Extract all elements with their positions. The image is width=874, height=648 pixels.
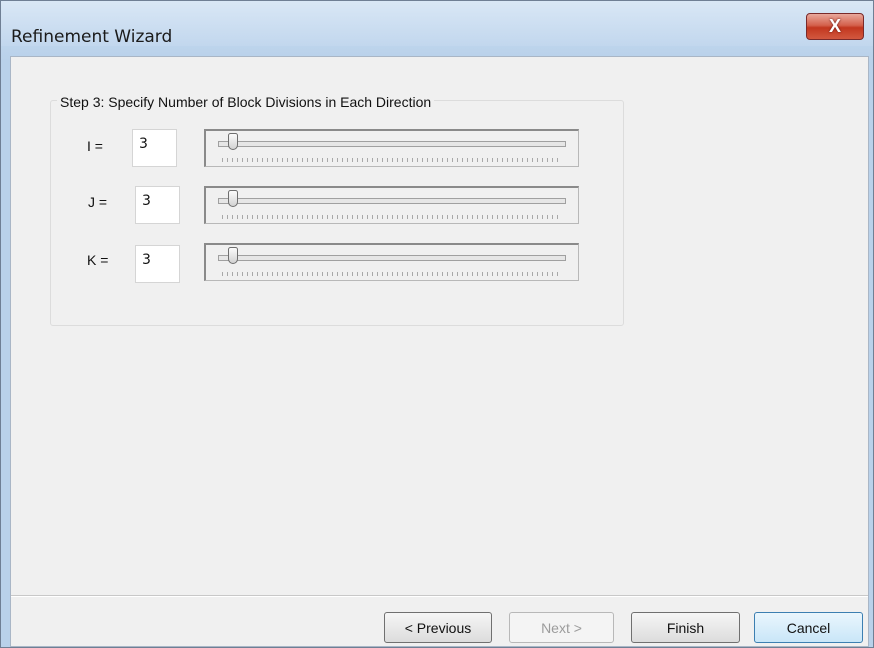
i-slider-track bbox=[218, 141, 566, 147]
j-value-field[interactable]: 3 bbox=[135, 186, 180, 224]
j-slider-thumb[interactable] bbox=[228, 190, 238, 207]
k-slider-track bbox=[218, 255, 566, 261]
close-button[interactable]: X bbox=[806, 13, 864, 40]
window-title: Refinement Wizard bbox=[11, 27, 173, 47]
k-label: K = bbox=[87, 252, 109, 268]
finish-button[interactable]: Finish bbox=[631, 612, 740, 643]
k-slider-thumb[interactable] bbox=[228, 247, 238, 264]
j-slider-ticks bbox=[222, 215, 562, 219]
i-value-field[interactable]: 3 bbox=[132, 129, 177, 167]
k-slider-ticks bbox=[222, 272, 562, 276]
i-slider-ticks bbox=[222, 158, 562, 162]
step-label: Step 3: Specify Number of Block Division… bbox=[57, 94, 435, 110]
cancel-button[interactable]: Cancel bbox=[754, 612, 863, 643]
k-slider[interactable] bbox=[204, 243, 579, 281]
title-bar[interactable]: Refinement Wizard X bbox=[1, 1, 873, 47]
k-value-field[interactable]: 3 bbox=[135, 245, 180, 283]
j-slider[interactable] bbox=[204, 186, 579, 224]
next-button[interactable]: Next > bbox=[509, 612, 614, 643]
j-label: J = bbox=[88, 194, 108, 210]
wizard-content: Step 3: Specify Number of Block Division… bbox=[10, 56, 869, 647]
j-slider-track bbox=[218, 198, 566, 204]
i-slider-thumb[interactable] bbox=[228, 133, 238, 150]
wizard-window: Refinement Wizard X Step 3: Specify Numb… bbox=[0, 0, 874, 648]
previous-button[interactable]: < Previous bbox=[384, 612, 492, 643]
close-icon: X bbox=[828, 16, 841, 36]
i-slider[interactable] bbox=[204, 129, 579, 167]
i-label: I = bbox=[87, 138, 103, 154]
button-separator bbox=[11, 595, 868, 597]
